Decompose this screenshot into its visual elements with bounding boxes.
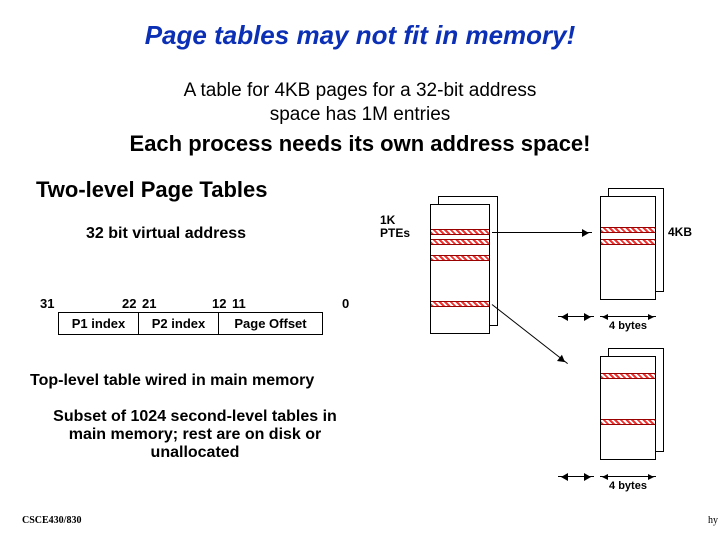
subtitle-1-line1: A table for 4KB pages for a 32-bit addre…: [184, 80, 537, 101]
bit-31: 31: [40, 296, 54, 311]
ptes-label: 1K PTEs: [380, 214, 410, 240]
dim-arrow-left: [558, 316, 594, 317]
body-text-1: Top-level table wired in main memory: [30, 372, 314, 390]
top-level-table: [430, 204, 490, 334]
l2-table-bot: [600, 356, 656, 460]
bit-0: 0: [342, 296, 349, 311]
dim-arrow-left-2: [558, 476, 594, 477]
bit-11: 11: [232, 296, 246, 311]
bit-22: 22: [122, 296, 136, 311]
body-text-2-line1: Subset of 1024 second-level tables in: [53, 408, 337, 425]
pte-stripe: [431, 301, 489, 307]
bit-12: 12: [212, 296, 226, 311]
footer-left: CSCE430/830: [22, 515, 81, 526]
page-offset-cell: Page Offset: [219, 313, 323, 335]
pte-stripe: [601, 373, 655, 379]
ptes-label-line1: 1K: [380, 213, 395, 227]
pte-stripe: [431, 255, 489, 261]
l2-table-top: [600, 196, 656, 300]
subtitle-2: Each process needs its own address space…: [0, 131, 720, 157]
pte-stripe: [601, 227, 655, 233]
body-text-2-line2: main memory; rest are on disk or: [69, 426, 322, 443]
arrow-to-l2-top: [492, 232, 592, 233]
p1-index-cell: P1 index: [59, 313, 139, 335]
dim-span-top: [600, 316, 656, 317]
body-text-2-line3: unallocated: [151, 444, 240, 461]
pte-stripe: [431, 239, 489, 245]
ptes-label-line2: PTEs: [380, 226, 410, 240]
footer-right: hy: [708, 515, 718, 526]
size-label-4kb: 4KB: [668, 226, 692, 239]
pte-stripe: [601, 419, 655, 425]
dim-label-4bytes-top: 4 bytes: [600, 320, 656, 332]
dim-label-4bytes-bot: 4 bytes: [600, 480, 656, 492]
pte-stripe: [431, 229, 489, 235]
address-fields-table: P1 index P2 index Page Offset: [58, 312, 323, 335]
body-text-2: Subset of 1024 second-level tables in ma…: [30, 408, 360, 462]
page-table-diagram: 1K PTEs 4KB 4 bytes 4 bytes: [380, 190, 710, 520]
pte-stripe: [601, 239, 655, 245]
subtitle-1-line2: space has 1M entries: [270, 104, 451, 125]
p2-index-cell: P2 index: [139, 313, 219, 335]
slide-title: Page tables may not fit in memory!: [0, 0, 720, 51]
dim-span-bot: [600, 476, 656, 477]
subtitle-1: A table for 4KB pages for a 32-bit addre…: [0, 79, 720, 127]
bit-21: 21: [142, 296, 156, 311]
